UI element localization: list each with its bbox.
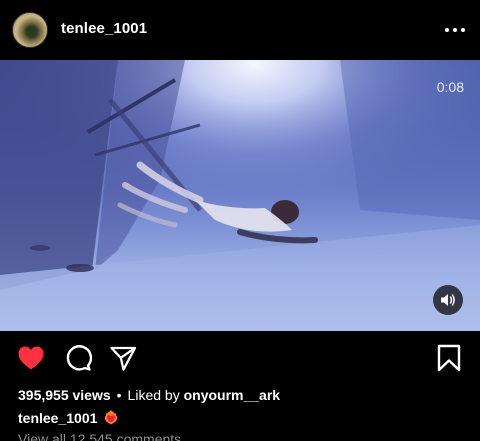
comment-icon[interactable] <box>64 345 92 371</box>
volume-button[interactable] <box>433 285 463 315</box>
volume-icon <box>441 294 455 306</box>
liked-by-label: Liked by <box>127 387 180 403</box>
save-icon[interactable] <box>437 344 461 372</box>
video-frame <box>0 60 480 331</box>
post-header: tenlee_1001 <box>0 0 480 60</box>
separator-dot: • <box>116 387 122 403</box>
caption-username[interactable]: tenlee_1001 <box>18 410 97 426</box>
share-icon[interactable] <box>109 345 137 371</box>
views-count[interactable]: 395,955 views <box>18 387 111 403</box>
view-comments-link[interactable]: View all 12,545 comments <box>18 431 181 441</box>
post-username[interactable]: tenlee_1001 <box>61 20 147 37</box>
video-player[interactable]: 0:08 <box>0 60 480 331</box>
video-timestamp: 0:08 <box>436 79 464 95</box>
heart-icon[interactable] <box>17 345 45 371</box>
more-icon[interactable] <box>444 22 466 38</box>
views-and-likes: 395,955 views • Liked by onyourm__ark <box>18 387 280 403</box>
heart-on-fire-emoji-icon <box>105 410 118 425</box>
action-bar <box>0 331 480 386</box>
caption: tenlee_1001 <box>18 409 119 426</box>
avatar[interactable] <box>12 12 48 48</box>
liked-by-user[interactable]: onyourm__ark <box>184 387 280 403</box>
